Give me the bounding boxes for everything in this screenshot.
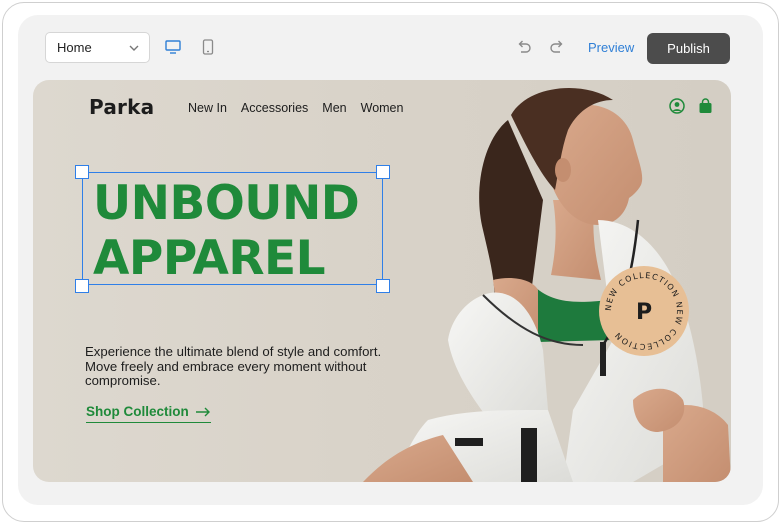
redo-icon[interactable]: [548, 38, 566, 56]
new-collection-badge: NEW COLLECTION NEW COLLECTION P: [599, 266, 689, 356]
user-icon[interactable]: [669, 98, 685, 114]
resize-handle-top-right[interactable]: [376, 165, 390, 179]
hero-description: Experience the ultimate blend of style a…: [85, 344, 382, 388]
arrow-right-icon: [195, 407, 210, 416]
nav-item-men[interactable]: Men: [322, 101, 346, 115]
shopping-bag-icon[interactable]: [698, 98, 713, 114]
preview-link[interactable]: Preview: [588, 40, 634, 55]
nav-item-accessories[interactable]: Accessories: [241, 101, 308, 115]
shop-collection-link[interactable]: Shop Collection: [86, 404, 211, 423]
page-select-value: Home: [57, 40, 92, 55]
shop-collection-label: Shop Collection: [86, 404, 189, 419]
desktop-view-button[interactable]: [164, 38, 182, 56]
page-canvas[interactable]: Parka New In Accessories Men Women UNBOU…: [33, 80, 731, 482]
resize-handle-bottom-right[interactable]: [376, 279, 390, 293]
site-logo[interactable]: Parka: [89, 95, 154, 119]
page-select[interactable]: Home: [45, 32, 150, 63]
nav-item-new-in[interactable]: New In: [188, 101, 227, 115]
selection-box[interactable]: [82, 172, 383, 285]
chevron-down-icon: [129, 45, 139, 51]
badge-letter: P: [636, 300, 652, 325]
mobile-view-button[interactable]: [199, 38, 217, 56]
mobile-icon: [202, 39, 214, 55]
resize-handle-top-left[interactable]: [75, 165, 89, 179]
publish-button[interactable]: Publish: [647, 33, 730, 64]
resize-handle-bottom-left[interactable]: [75, 279, 89, 293]
site-nav: New In Accessories Men Women: [188, 101, 403, 115]
undo-icon[interactable]: [515, 38, 533, 56]
nav-item-women[interactable]: Women: [361, 101, 404, 115]
desktop-icon: [165, 40, 181, 54]
